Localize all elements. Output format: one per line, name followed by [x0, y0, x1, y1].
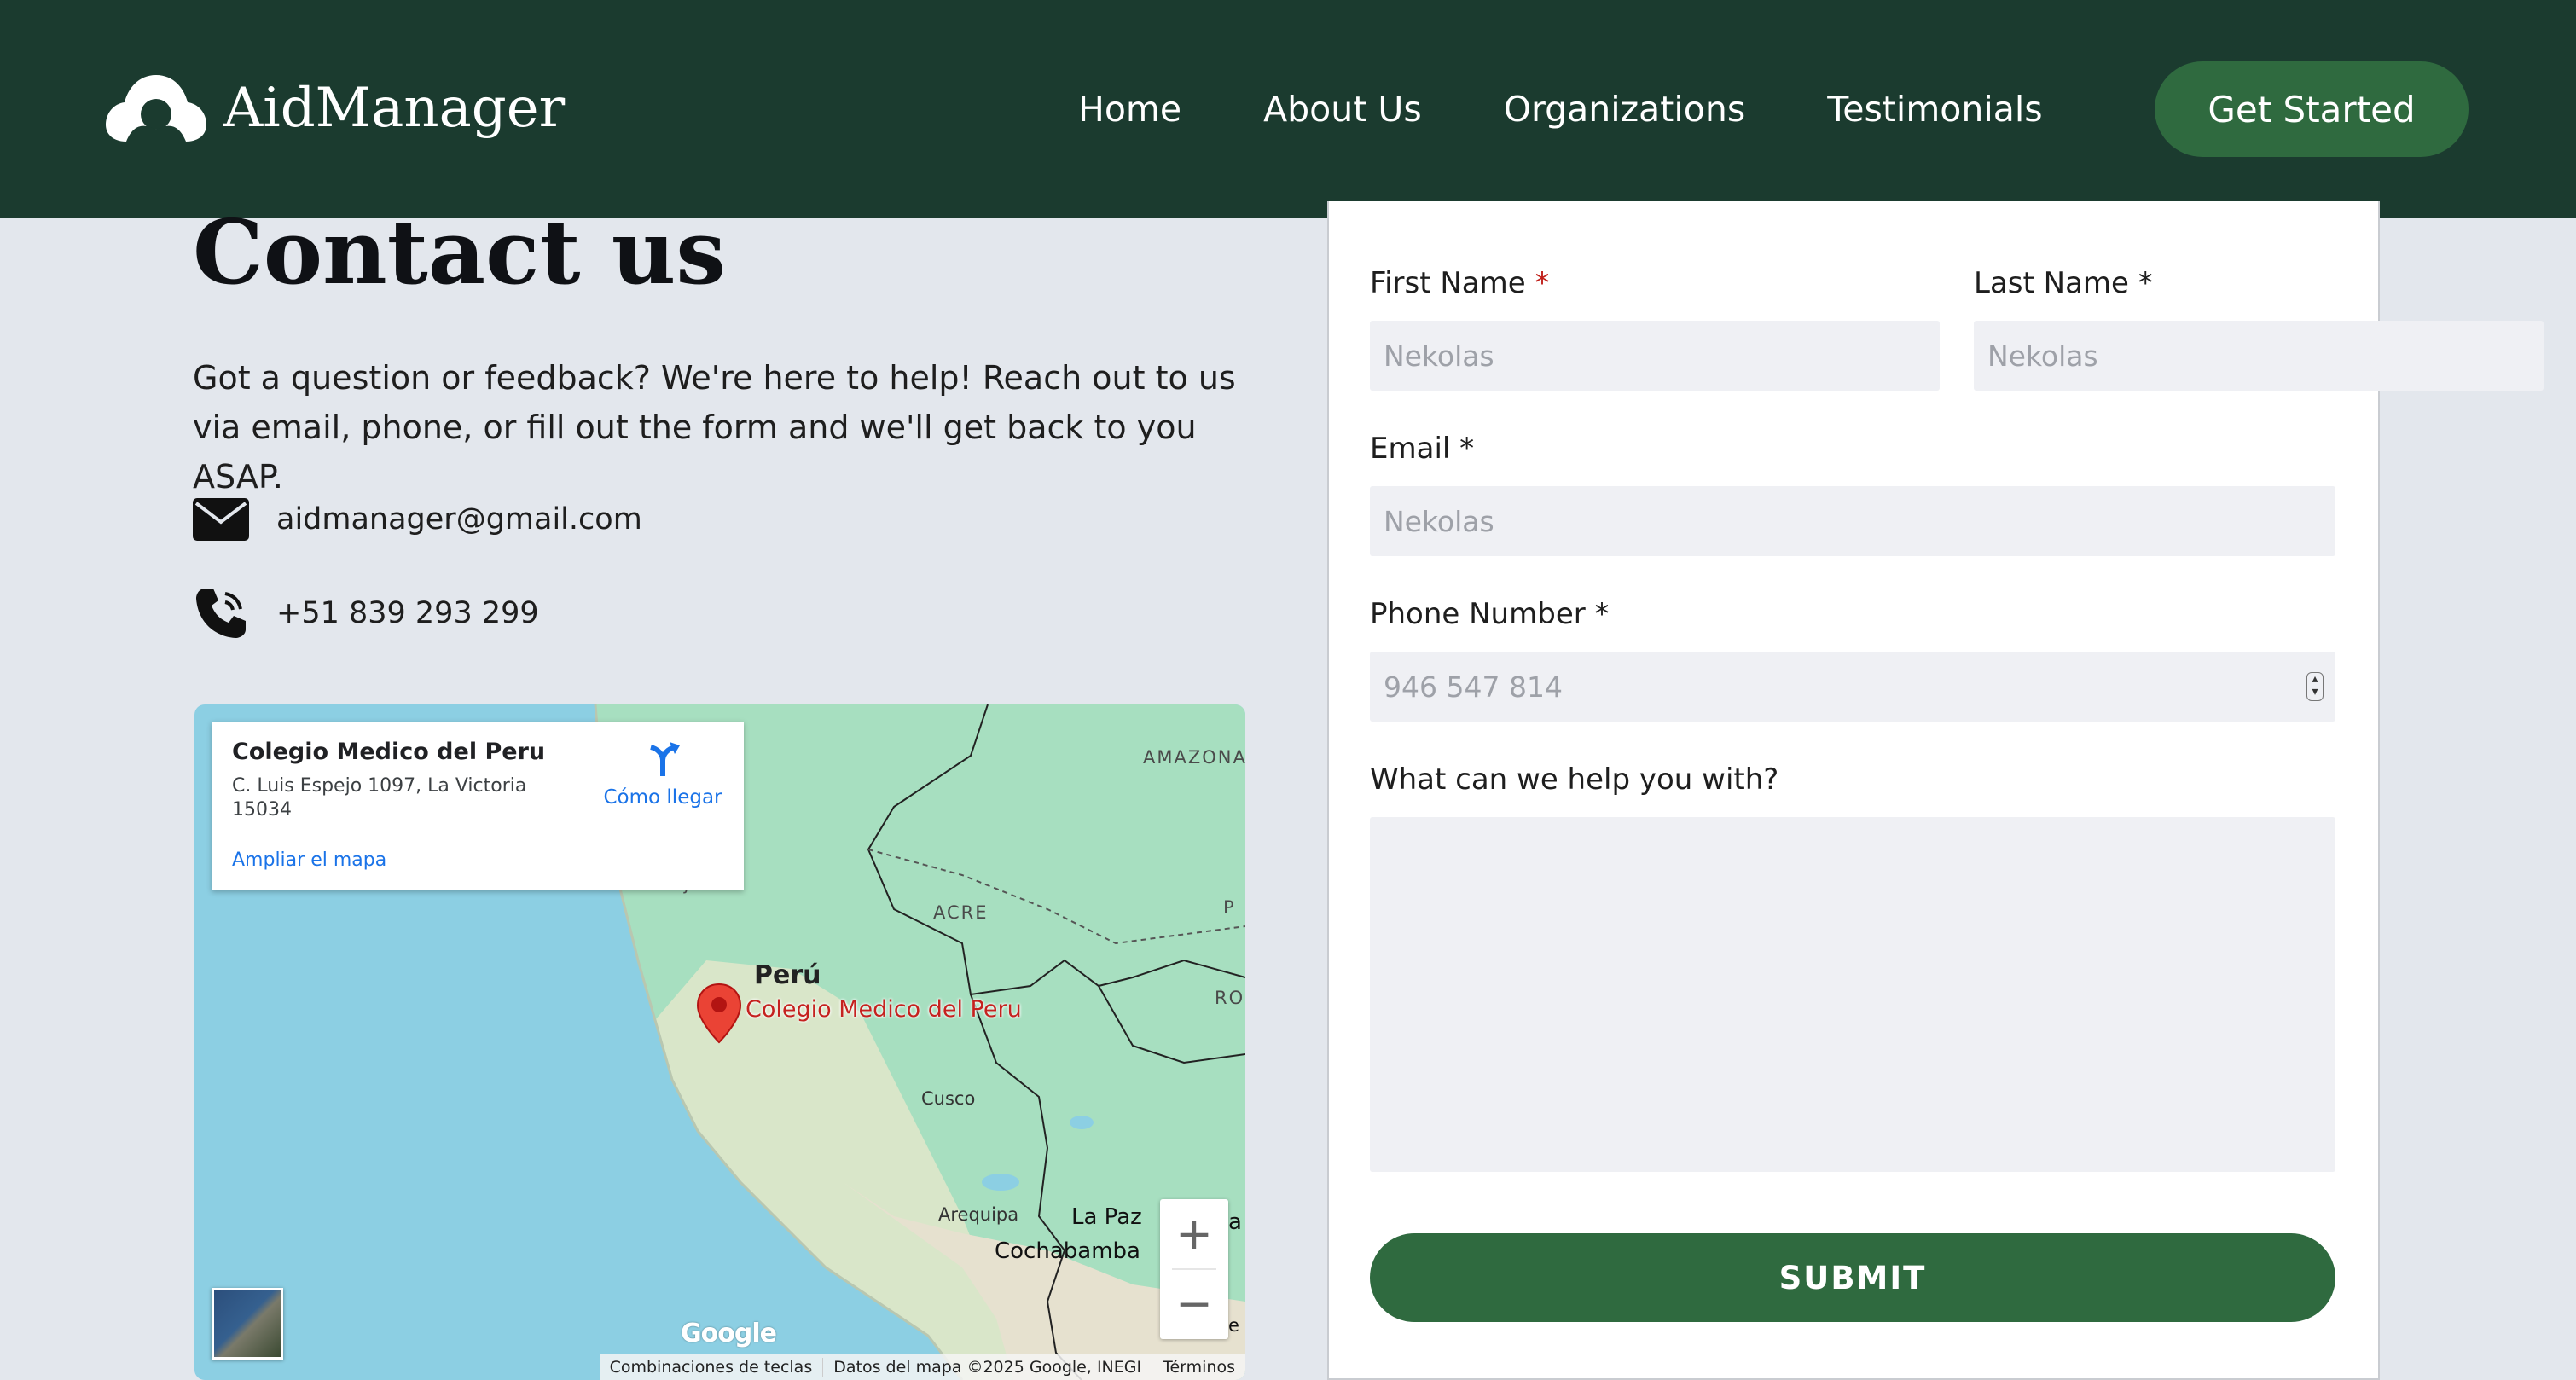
- zoom-in-button[interactable]: +: [1160, 1199, 1228, 1269]
- directions-label: Cómo llegar: [603, 786, 722, 809]
- submit-button[interactable]: SUBMIT: [1370, 1233, 2335, 1322]
- phone-row: +51 839 293 299: [193, 585, 539, 641]
- brand-logo[interactable]: AidManager: [104, 73, 565, 143]
- map-label-edge-a: a: [1228, 1209, 1242, 1235]
- message-label: What can we help you with?: [1370, 762, 1779, 797]
- top-navbar: AidManager Home About Us Organizations T…: [0, 0, 2576, 218]
- page-title: Contact us: [193, 200, 726, 304]
- map-label-amazonas: AMAZONA: [1143, 747, 1245, 768]
- number-spinner-icon[interactable]: ▴ ▾: [2306, 672, 2324, 701]
- place-name: Colegio Medico del Peru: [232, 739, 546, 765]
- nav-links: Home About Us Organizations Testimonials: [1078, 84, 2125, 135]
- satellite-toggle-button[interactable]: [212, 1288, 283, 1360]
- contact-description: Got a question or feedback? We're here t…: [193, 359, 1236, 496]
- zoom-out-button[interactable]: −: [1160, 1269, 1228, 1339]
- directions-button[interactable]: Cómo llegar: [599, 740, 727, 809]
- map-label-rondonia: RO: [1215, 988, 1245, 1008]
- place-address: C. Luis Espejo 1097, La Victoria 15034: [232, 775, 527, 820]
- brand-name: AidManager: [223, 77, 566, 140]
- nav-link-testimonials[interactable]: Testimonials: [1827, 84, 2042, 135]
- map-pin-icon[interactable]: [696, 983, 742, 1044]
- location-map[interactable]: AMAZONA ACRE RO P Trujillo Perú Cusco Ar…: [194, 704, 1245, 1380]
- nav-link-home[interactable]: Home: [1078, 84, 1181, 135]
- terms-link[interactable]: Términos: [1152, 1358, 1245, 1377]
- message-textarea[interactable]: [1370, 817, 2335, 1172]
- map-label-edge-e: e: [1228, 1315, 1239, 1336]
- map-pin-label[interactable]: Colegio Medico del Peru: [746, 996, 1022, 1023]
- map-label-la-paz: La Paz: [1071, 1204, 1142, 1230]
- contact-phone[interactable]: +51 839 293 299: [276, 596, 539, 630]
- email-label: Email *: [1370, 432, 1475, 466]
- email-input[interactable]: Nekolas: [1370, 486, 2335, 556]
- map-zoom-control: + −: [1160, 1199, 1228, 1339]
- logo-icon: [106, 75, 206, 142]
- map-label-country: Perú: [754, 960, 821, 990]
- google-logo: Google: [681, 1319, 777, 1348]
- map-label-arequipa: Arequipa: [938, 1204, 1019, 1225]
- last-name-input[interactable]: Nekolas: [1974, 321, 2544, 391]
- map-label-acre: ACRE: [933, 902, 989, 923]
- place-info-card: Colegio Medico del Peru C. Luis Espejo 1…: [212, 722, 744, 890]
- nav-link-about-us[interactable]: About Us: [1263, 84, 1422, 135]
- phone-icon: [193, 585, 249, 641]
- get-started-button[interactable]: Get Started: [2155, 61, 2469, 157]
- keyboard-shortcuts-link[interactable]: Combinaciones de teclas: [600, 1358, 823, 1377]
- first-name-label: First Name *: [1370, 266, 1550, 300]
- email-row: aidmanager@gmail.com: [193, 491, 642, 548]
- contact-email[interactable]: aidmanager@gmail.com: [276, 502, 642, 536]
- map-label-cusco: Cusco: [921, 1088, 976, 1109]
- enlarge-map-link[interactable]: Ampliar el mapa: [232, 849, 386, 871]
- zoom-divider: [1172, 1268, 1216, 1270]
- first-name-input[interactable]: Nekolas: [1370, 321, 1940, 391]
- phone-placeholder: 946 547 814: [1384, 670, 1563, 704]
- nav-link-organizations[interactable]: Organizations: [1504, 84, 1745, 135]
- phone-input[interactable]: 946 547 814 ▴ ▾: [1370, 652, 2335, 722]
- directions-icon: [650, 742, 680, 776]
- map-data-credit: Datos del mapa ©2025 Google, INEGI: [822, 1358, 1152, 1377]
- map-label-edge-p: P: [1223, 897, 1234, 918]
- last-name-label: Last Name *: [1974, 266, 2153, 300]
- phone-label: Phone Number *: [1370, 597, 1610, 631]
- map-label-cochabamba: Cochabamba: [995, 1238, 1140, 1264]
- envelope-icon: [193, 491, 249, 548]
- map-attribution: Combinaciones de teclas Datos del mapa ©…: [599, 1354, 1245, 1380]
